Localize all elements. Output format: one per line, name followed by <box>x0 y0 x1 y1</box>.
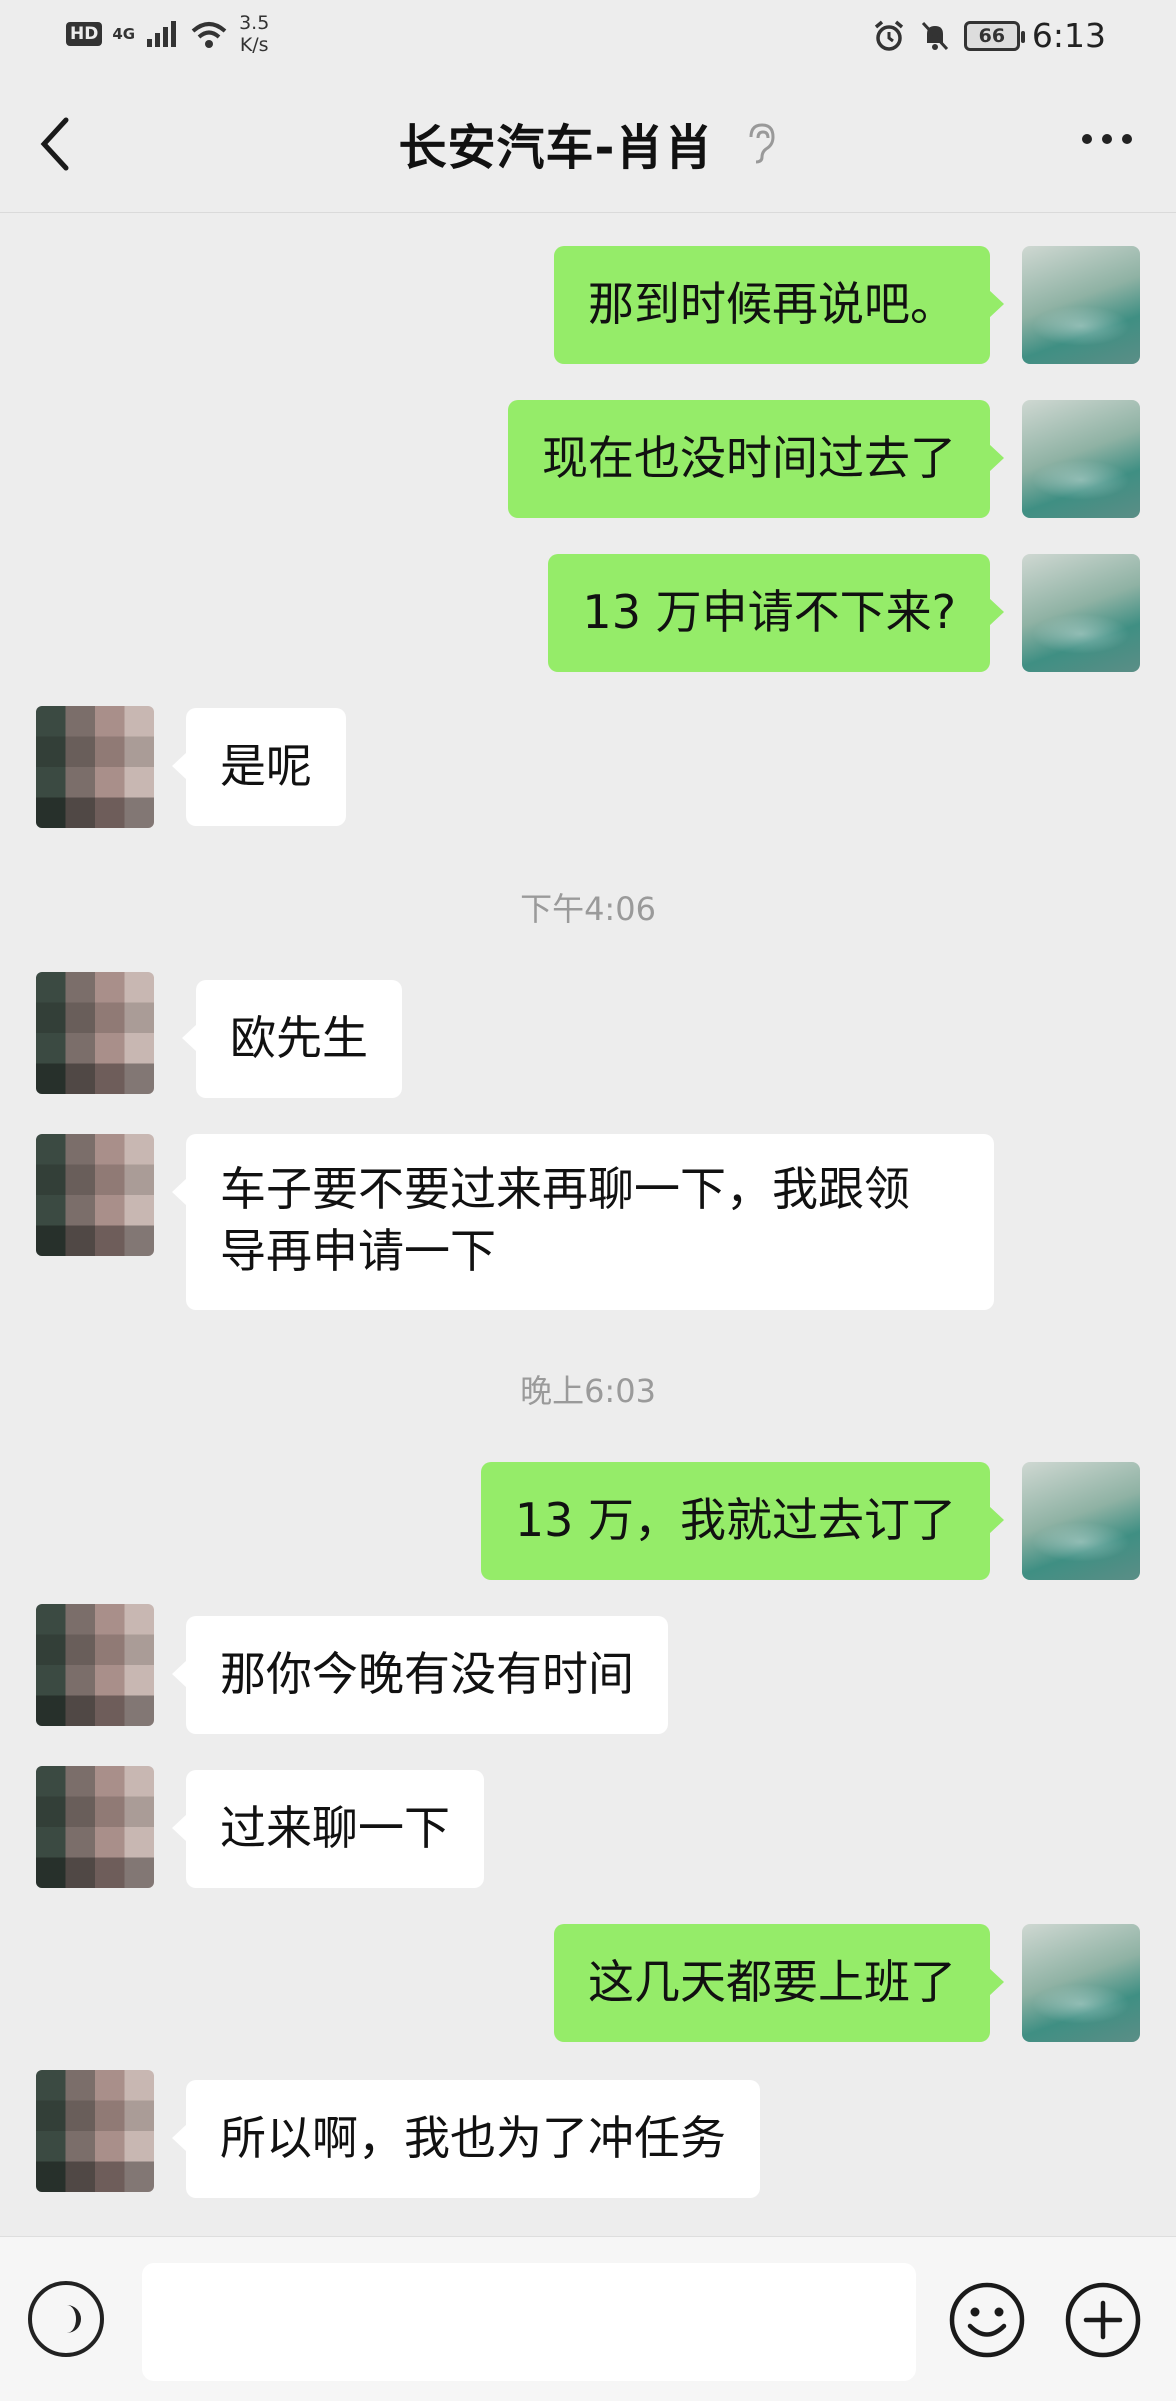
message-bubble-received[interactable]: 车子要不要过来再聊一下，我跟领 导再申请一下 <box>172 1134 994 1310</box>
contact-avatar[interactable] <box>36 1604 154 1726</box>
my-avatar[interactable] <box>1022 554 1140 672</box>
clock: 6:13 <box>1031 16 1106 55</box>
speed-unit: K/s <box>239 34 269 56</box>
emoji-icon <box>949 2282 1025 2358</box>
message-line: 车子要不要过来再聊一下，我跟领 <box>220 1162 910 1216</box>
message-bubble-sent[interactable]: 现在也没时间过去了 <box>508 400 1004 518</box>
chat-title-wrap: 长安汽车-肖肖 <box>0 108 1176 178</box>
status-left: HD 4G 3.5 K/s <box>66 12 269 56</box>
chat-title: 长安汽车-肖肖 <box>398 120 714 176</box>
more-dot <box>1102 134 1112 144</box>
message-line: 导再申请一下 <box>220 1224 496 1278</box>
message-bubble-received[interactable]: 过来聊一下 <box>172 1770 484 1888</box>
network-speed: 3.5 K/s <box>239 12 269 56</box>
more-dot <box>1082 134 1092 144</box>
plus-icon <box>1065 2282 1141 2358</box>
message-bubble-received[interactable]: 那你今晚有没有时间 <box>172 1616 668 1734</box>
more-functions-button[interactable] <box>1064 2281 1142 2359</box>
contact-avatar[interactable] <box>36 2070 154 2192</box>
message-timestamp: 晚上6:03 <box>520 1372 656 1410</box>
more-dot <box>1122 134 1132 144</box>
speed-value: 3.5 <box>239 12 270 34</box>
my-avatar[interactable] <box>1022 246 1140 364</box>
chat-header: 长安汽车-肖肖 <box>0 74 1176 213</box>
my-avatar[interactable] <box>1022 1924 1140 2042</box>
my-avatar[interactable] <box>1022 400 1140 518</box>
message-bubble-received[interactable]: 所以啊，我也为了冲任务 <box>172 2080 760 2198</box>
my-avatar[interactable] <box>1022 1462 1140 1580</box>
emoji-button[interactable] <box>948 2281 1026 2359</box>
status-right: 66 6:13 <box>872 16 1106 55</box>
contact-avatar[interactable] <box>36 972 154 1094</box>
contact-avatar[interactable] <box>36 1766 154 1888</box>
network-type: 4G <box>112 25 136 43</box>
wifi-icon <box>191 22 227 48</box>
message-timestamp: 下午4:06 <box>520 890 656 928</box>
contact-avatar[interactable] <box>36 1134 154 1256</box>
message-bubble-sent[interactable]: 这几天都要上班了 <box>554 1924 1004 2042</box>
contact-avatar[interactable] <box>36 706 154 828</box>
message-bubble-received[interactable]: 欧先生 <box>182 980 402 1098</box>
message-bubble-received[interactable]: 是呢 <box>172 708 346 826</box>
hd-badge: HD <box>66 22 103 46</box>
more-button[interactable] <box>1082 134 1132 144</box>
alarm-icon <box>874 20 904 51</box>
message-bubble-sent[interactable]: 13 万，我就过去订了 <box>480 1462 1005 1580</box>
voice-icon[interactable] <box>28 2281 104 2357</box>
message-bubble-sent[interactable]: 13 万申请不下来? <box>548 554 1004 672</box>
input-bar <box>0 2236 1176 2401</box>
status-bar: HD 4G 3.5 K/s 66 6:13 <box>0 0 1176 74</box>
mute-bell-icon <box>921 21 948 50</box>
battery-indicator: 66 <box>963 20 1025 51</box>
signal-icon <box>147 21 177 47</box>
message-bubble-sent[interactable]: 那到时候再说吧。 <box>554 246 1004 364</box>
ear-icon <box>749 123 775 164</box>
message-input[interactable] <box>142 2263 916 2381</box>
